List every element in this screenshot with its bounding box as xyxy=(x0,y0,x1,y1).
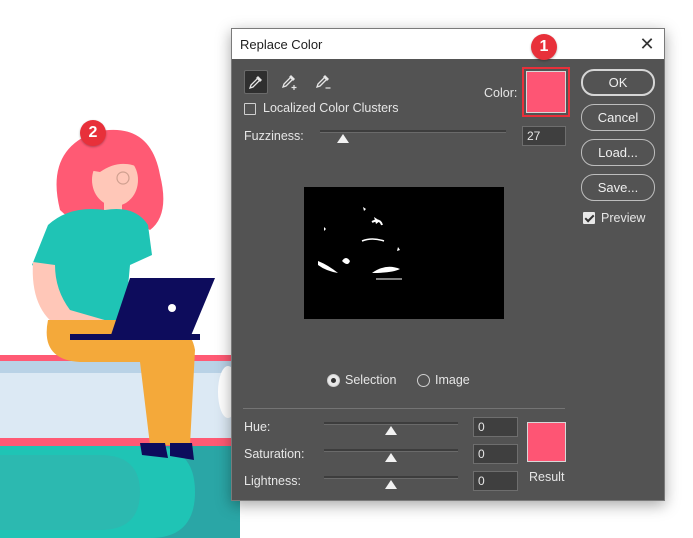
fuzziness-input[interactable]: 27 xyxy=(522,126,566,146)
image-radio[interactable] xyxy=(417,374,430,387)
saturation-slider-thumb[interactable] xyxy=(385,453,397,462)
result-swatch[interactable] xyxy=(527,422,566,462)
lightness-slider[interactable] xyxy=(324,476,458,479)
laptop-logo xyxy=(168,304,176,312)
save-button[interactable]: Save... xyxy=(581,174,655,201)
preview-label: Preview xyxy=(601,211,646,225)
lightness-input[interactable]: 0 xyxy=(473,471,518,491)
saturation-input[interactable]: 0 xyxy=(473,444,518,464)
saturation-label: Saturation: xyxy=(244,447,305,461)
eyedropper-plus-icon[interactable] xyxy=(278,70,302,94)
fuzziness-label: Fuzziness: xyxy=(244,129,304,143)
eyedropper-icon[interactable] xyxy=(244,70,268,94)
selection-radio[interactable] xyxy=(327,374,340,387)
dialog-titlebar: Replace Color ✕ xyxy=(232,29,664,59)
localized-clusters-label: Localized Color Clusters xyxy=(263,101,399,115)
localized-clusters-checkbox[interactable] xyxy=(244,103,256,115)
fuzziness-slider[interactable] xyxy=(320,130,506,133)
step-marker-1: 1 xyxy=(531,34,557,60)
book-top-edge xyxy=(0,361,240,373)
step-marker-2: 2 xyxy=(80,120,106,146)
replace-color-dialog: Replace Color ✕ Localized Color Clusters… xyxy=(231,28,665,501)
book-bottom-pages-inner xyxy=(0,455,140,530)
preview-checkbox[interactable] xyxy=(583,212,595,224)
selection-preview xyxy=(304,187,504,319)
eyedropper-minus-icon[interactable] xyxy=(312,70,336,94)
dialog-title: Replace Color xyxy=(240,36,323,52)
hue-slider[interactable] xyxy=(324,422,458,425)
selection-mask xyxy=(318,207,402,280)
book-top-bottom-cover xyxy=(0,438,240,446)
hue-label: Hue: xyxy=(244,420,271,434)
laptop-base xyxy=(70,334,200,340)
load-button[interactable]: Load... xyxy=(581,139,655,166)
divider xyxy=(243,408,565,409)
lightness-slider-thumb[interactable] xyxy=(385,480,397,489)
cancel-button[interactable]: Cancel xyxy=(581,104,655,131)
color-label: Color: xyxy=(484,86,518,100)
ok-button[interactable]: OK xyxy=(581,69,655,96)
result-label: Result xyxy=(529,470,565,484)
color-swatch[interactable] xyxy=(526,71,566,113)
fuzziness-slider-thumb[interactable] xyxy=(337,134,349,143)
image-radio-label: Image xyxy=(435,373,470,387)
close-icon[interactable]: ✕ xyxy=(636,33,658,55)
hue-slider-thumb[interactable] xyxy=(385,426,397,435)
hue-input[interactable]: 0 xyxy=(473,417,518,437)
saturation-slider[interactable] xyxy=(324,449,458,452)
lightness-label: Lightness: xyxy=(244,474,301,488)
selection-radio-label: Selection xyxy=(345,373,397,387)
